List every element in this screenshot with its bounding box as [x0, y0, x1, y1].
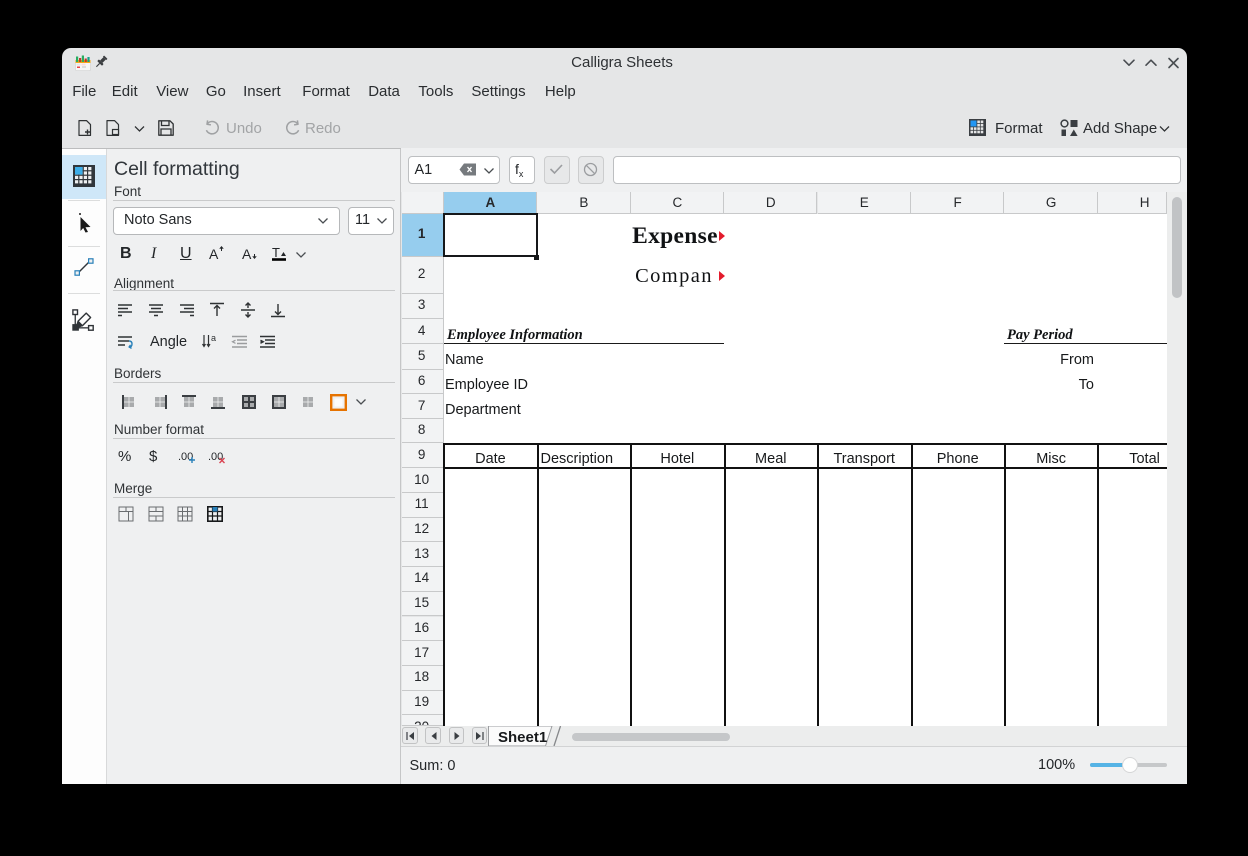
svg-text:.00: .00: [178, 451, 193, 463]
svg-text:a: a: [211, 333, 216, 343]
svg-text:A: A: [242, 246, 252, 261]
svg-text:T: T: [272, 246, 280, 260]
svg-text:A: A: [209, 246, 219, 261]
